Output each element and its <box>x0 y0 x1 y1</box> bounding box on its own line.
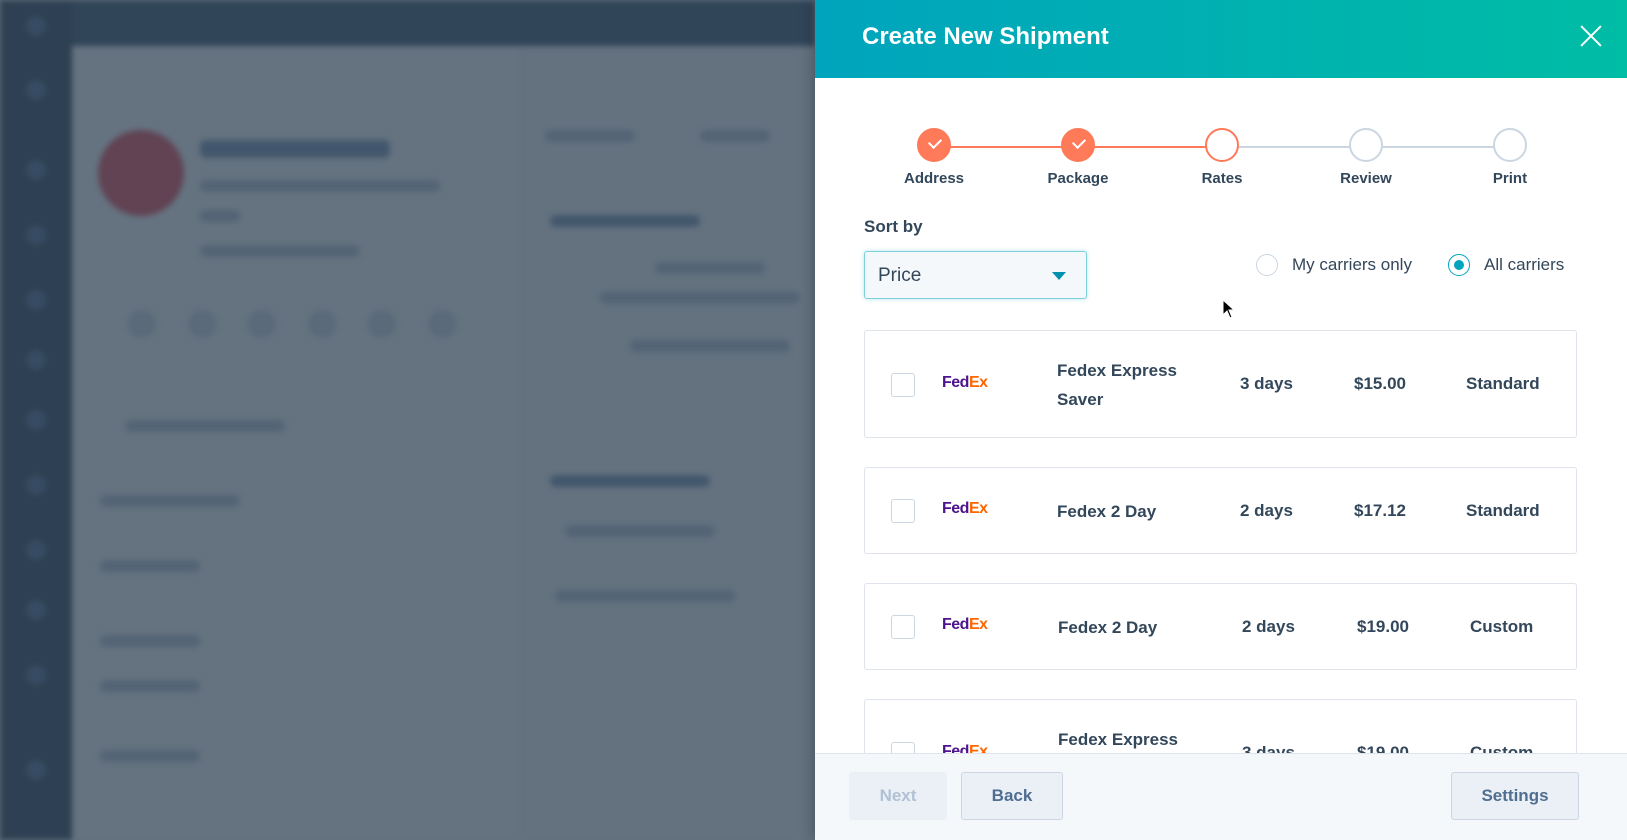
step-label: Rates <box>1201 170 1243 187</box>
radio-button[interactable] <box>1256 254 1278 276</box>
panel-footer: Next Back Settings <box>815 753 1627 840</box>
rate-transit-days: 2 days <box>1242 617 1295 636</box>
rate-row[interactable]: FedEx Fedex Express Saver 3 days $15.00 … <box>864 330 1577 438</box>
rate-type: Custom <box>1470 617 1534 636</box>
panel-title: Create New Shipment <box>862 23 1109 50</box>
rate-row[interactable]: FedEx Fedex 2 Day 2 days $19.00 Custom <box>864 583 1577 670</box>
close-icon[interactable] <box>1577 22 1605 50</box>
step-rates[interactable]: Rates <box>1162 128 1282 187</box>
radio-all-carriers[interactable]: All carriers <box>1448 252 1564 278</box>
progress-stepper: Address Package Rates Review Print <box>863 128 1583 198</box>
next-button[interactable]: Next <box>849 772 947 820</box>
rate-transit-days: 2 days <box>1240 501 1293 520</box>
step-current-indicator <box>1205 128 1239 162</box>
fedex-logo: FedEx <box>942 743 988 753</box>
rate-price: $17.12 <box>1354 501 1406 520</box>
rate-service-name: Fedex 2 Day <box>1057 502 1157 521</box>
rate-type: Standard <box>1466 374 1540 393</box>
rate-row[interactable]: FedEx Fedex Express 3 days $19.00 Custom <box>864 699 1577 753</box>
rate-service-name: Fedex Express Saver <box>1057 361 1178 409</box>
step-review[interactable]: Review <box>1306 128 1426 187</box>
rate-row[interactable]: FedEx Fedex 2 Day 2 days $17.12 Standard <box>864 467 1577 554</box>
step-label: Print <box>1492 170 1528 187</box>
rate-transit-days: 3 days <box>1242 743 1295 753</box>
step-print[interactable]: Print <box>1450 128 1570 187</box>
check-icon <box>1061 128 1095 162</box>
rate-checkbox[interactable] <box>891 742 915 753</box>
caret-down-icon <box>1052 272 1066 280</box>
rate-type: Custom <box>1470 743 1534 753</box>
settings-button[interactable]: Settings <box>1451 772 1579 820</box>
radio-label: My carriers only <box>1292 255 1412 274</box>
modal-overlay[interactable] <box>0 0 815 840</box>
step-label: Package <box>1047 170 1109 187</box>
fedex-logo: FedEx <box>942 374 988 391</box>
check-icon <box>917 128 951 162</box>
rate-checkbox[interactable] <box>891 499 915 523</box>
step-label: Review <box>1340 170 1392 187</box>
sort-by-dropdown[interactable]: Price <box>864 251 1087 299</box>
sort-by-label: Sort by <box>864 217 923 236</box>
sort-selected-value: Price <box>878 265 922 286</box>
background-page <box>0 0 815 840</box>
mouse-cursor-icon <box>1222 299 1236 319</box>
create-shipment-panel: Create New Shipment Address Package Rate… <box>815 0 1627 840</box>
fedex-logo: FedEx <box>942 500 988 517</box>
panel-header: Create New Shipment <box>815 0 1627 78</box>
rate-checkbox[interactable] <box>891 615 915 639</box>
step-label: Address <box>903 170 965 187</box>
rate-type: Standard <box>1466 501 1540 520</box>
rate-price: $15.00 <box>1354 374 1406 393</box>
rate-price: $19.00 <box>1357 617 1409 636</box>
rate-service-name: Fedex Express <box>1058 730 1179 749</box>
step-package[interactable]: Package <box>1018 128 1138 187</box>
step-pending-indicator <box>1493 128 1527 162</box>
step-pending-indicator <box>1349 128 1383 162</box>
radio-my-carriers-only[interactable]: My carriers only <box>1256 252 1412 278</box>
radio-button[interactable] <box>1448 254 1470 276</box>
radio-label: All carriers <box>1484 255 1565 274</box>
rate-transit-days: 3 days <box>1240 374 1293 393</box>
fedex-logo: FedEx <box>942 616 988 633</box>
rate-price: $19.00 <box>1357 743 1409 753</box>
step-address[interactable]: Address <box>874 128 994 187</box>
rates-list: FedEx Fedex Express Saver 3 days $15.00 … <box>864 330 1577 753</box>
back-button[interactable]: Back <box>961 772 1063 820</box>
rate-checkbox[interactable] <box>891 373 915 397</box>
rate-service-name: Fedex 2 Day <box>1058 618 1158 637</box>
